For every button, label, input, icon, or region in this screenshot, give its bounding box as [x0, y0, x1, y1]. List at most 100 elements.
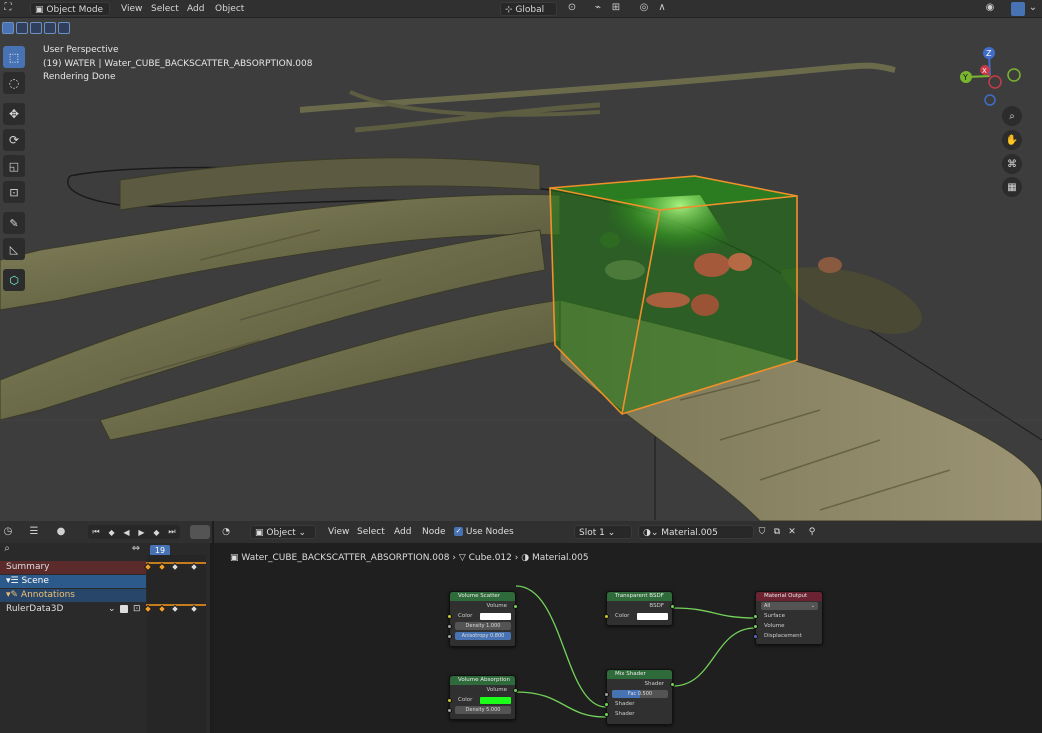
color-input-socket[interactable] [447, 697, 452, 703]
use-nodes-checkbox[interactable]: ✓ Use Nodes [454, 525, 514, 539]
lock-icon[interactable]: ⊡ [133, 603, 141, 616]
gizmo-toggle-icon[interactable] [1011, 2, 1025, 16]
density-field[interactable]: Density 5.000 [455, 706, 511, 714]
color-swatch[interactable] [637, 612, 668, 620]
node-menu-add[interactable]: Add [394, 525, 411, 539]
volume-scatter-node[interactable]: Volume Scatter Volume Color Density 1.00… [447, 591, 518, 647]
node-canvas[interactable]: ▣ Water_CUBE_BACKSCATTER_ABSORPTION.008 … [214, 543, 1042, 733]
transparent-bsdf-node[interactable]: Transparent BSDF BSDF Color [604, 591, 675, 626]
fake-user-icon[interactable]: ⛉ [756, 525, 768, 539]
camera-icon[interactable]: ⌘ [1002, 154, 1022, 174]
bsdf-output-socket[interactable] [670, 603, 675, 609]
row-annotations[interactable]: ▾✎ Annotations [0, 589, 146, 602]
color-swatch[interactable] [480, 696, 511, 704]
pan-hand-icon[interactable]: ✋ [1002, 130, 1022, 150]
editor-type-icon[interactable]: ⛶ [2, 2, 14, 14]
gizmo-x-label: X [982, 67, 987, 75]
jump-start-icon[interactable]: ⏮ [92, 527, 99, 537]
transform-tool[interactable]: ⊡ [3, 181, 25, 203]
material-output-node[interactable]: Material Output All ⌄ Surface Volume Disp… [753, 591, 823, 645]
select-invert-icon[interactable] [44, 22, 56, 34]
node-menu-select[interactable]: Select [357, 525, 385, 539]
anisotropy-field[interactable]: Anisotropy 0.800 [455, 632, 511, 640]
color-input-socket[interactable] [604, 613, 609, 619]
close-icon[interactable]: ✕ [786, 525, 798, 539]
swap-icon[interactable]: ⇔ [130, 543, 142, 555]
fac-input-socket[interactable] [604, 691, 609, 697]
select-box-tool[interactable]: ⬚ [3, 46, 25, 68]
hamburger-menu-icon[interactable]: ☰ [28, 526, 40, 538]
shader-output-socket[interactable] [670, 681, 675, 687]
grid-view-icon[interactable]: ▦ [1002, 177, 1022, 197]
pivot-icon[interactable]: ⊙ [566, 2, 578, 14]
node-menu-view[interactable]: View [328, 525, 349, 539]
frame-field[interactable] [190, 525, 210, 539]
displacement-input-socket[interactable] [753, 633, 758, 639]
node-menu-node[interactable]: Node [422, 525, 446, 539]
prev-keyframe-icon[interactable]: ◆ [108, 528, 114, 537]
volume-absorption-node[interactable]: Volume Absorption Volume Color Density 5… [447, 675, 518, 720]
visibility-icon[interactable]: ◉ [984, 2, 996, 14]
annotate-tool[interactable]: ✎ [3, 212, 25, 234]
3d-viewport[interactable]: User Perspective (19) WATER | Water_CUBE… [0, 18, 1042, 521]
material-selector[interactable]: ◑⌄ Material.005 [638, 525, 754, 539]
dopesheet-type-icon[interactable]: ◷ [2, 526, 14, 538]
node-editor-type-icon[interactable]: ◔ [220, 525, 232, 539]
proportional-edit-icon[interactable]: ◎ [638, 2, 650, 14]
target-dropdown[interactable]: All ⌄ [761, 602, 818, 610]
volume-input-socket[interactable] [753, 623, 758, 629]
select-intersect-icon[interactable] [58, 22, 70, 34]
slot-dropdown[interactable]: Slot 1 ⌄ [574, 525, 632, 539]
cursor-tool[interactable]: ◌ [3, 72, 25, 94]
fac-field[interactable]: Fac 0.500 [612, 690, 668, 698]
volume-output-socket[interactable] [513, 603, 518, 609]
measure-tool[interactable]: ◺ [3, 238, 25, 260]
row-rulerdata3d[interactable]: RulerData3D ⌄ ⊡ [0, 603, 146, 616]
add-cube-tool[interactable]: ⬡ [3, 269, 25, 291]
anisotropy-input-socket[interactable] [447, 633, 452, 639]
shader2-input-socket[interactable] [604, 711, 609, 717]
rotate-tool[interactable]: ⟳ [3, 129, 25, 151]
menu-view[interactable]: View [121, 2, 142, 16]
color-input-socket[interactable] [447, 613, 452, 619]
gizmo-menu-icon[interactable]: ⌄ [1027, 2, 1039, 14]
dopesheet[interactable]: ⌕ ⇔ 19 Summary ▾☰ Scene ▾✎ Annotations R… [0, 543, 210, 733]
move-tool[interactable]: ✥ [3, 103, 25, 125]
jump-end-icon[interactable]: ⏭ [168, 527, 175, 537]
density-input-socket[interactable] [447, 623, 452, 629]
shader-type-dropdown[interactable]: ▣ Object ⌄ [250, 525, 316, 539]
snap-target-icon[interactable]: ⊞ [610, 2, 622, 14]
navigation-gizmo[interactable]: Z Y X [955, 46, 1025, 106]
duplicate-icon[interactable]: ⧉ [771, 525, 783, 539]
keyframe-area[interactable] [147, 555, 206, 733]
mode-dropdown[interactable]: ▣ Object Mode ⌄ [30, 2, 110, 29]
menu-select[interactable]: Select [151, 2, 179, 16]
color-swatch[interactable] [480, 612, 511, 620]
surface-input-socket[interactable] [753, 613, 758, 619]
select-new-icon[interactable] [2, 22, 14, 34]
zoom-icon[interactable]: ⌕ [1002, 106, 1022, 126]
orientation-dropdown[interactable]: ⊹ Global [500, 2, 557, 16]
scale-tool[interactable]: ◱ [3, 155, 25, 177]
select-extend-icon[interactable] [16, 22, 28, 34]
checkbox-icon[interactable] [120, 605, 128, 613]
next-keyframe-icon[interactable]: ◆ [153, 528, 159, 537]
density-field[interactable]: Density 1.000 [455, 622, 511, 630]
row-scene[interactable]: ▾☰ Scene [0, 575, 146, 588]
shader1-input-socket[interactable] [604, 701, 609, 707]
menu-object[interactable]: Object [215, 2, 244, 16]
select-subtract-icon[interactable] [30, 22, 42, 34]
play-reverse-icon[interactable]: ◀ [123, 528, 129, 537]
pin-icon[interactable]: ⚲ [806, 525, 818, 539]
record-icon[interactable]: ● [55, 526, 67, 538]
play-icon[interactable]: ▶ [138, 528, 144, 537]
mix-shader-node[interactable]: Mix Shader Shader Fac 0.500 Shader Shade… [604, 669, 675, 725]
falloff-icon[interactable]: ∧ [656, 2, 668, 14]
density-input-socket[interactable] [447, 707, 452, 713]
volume-output-socket[interactable] [513, 687, 518, 693]
row-summary[interactable]: Summary [0, 561, 146, 574]
color-row: Color [604, 611, 672, 621]
dopesheet-search[interactable]: ⌕ ⇔ [0, 543, 146, 555]
menu-add[interactable]: Add [187, 2, 204, 16]
snap-icon[interactable]: ⌁ [592, 2, 604, 14]
